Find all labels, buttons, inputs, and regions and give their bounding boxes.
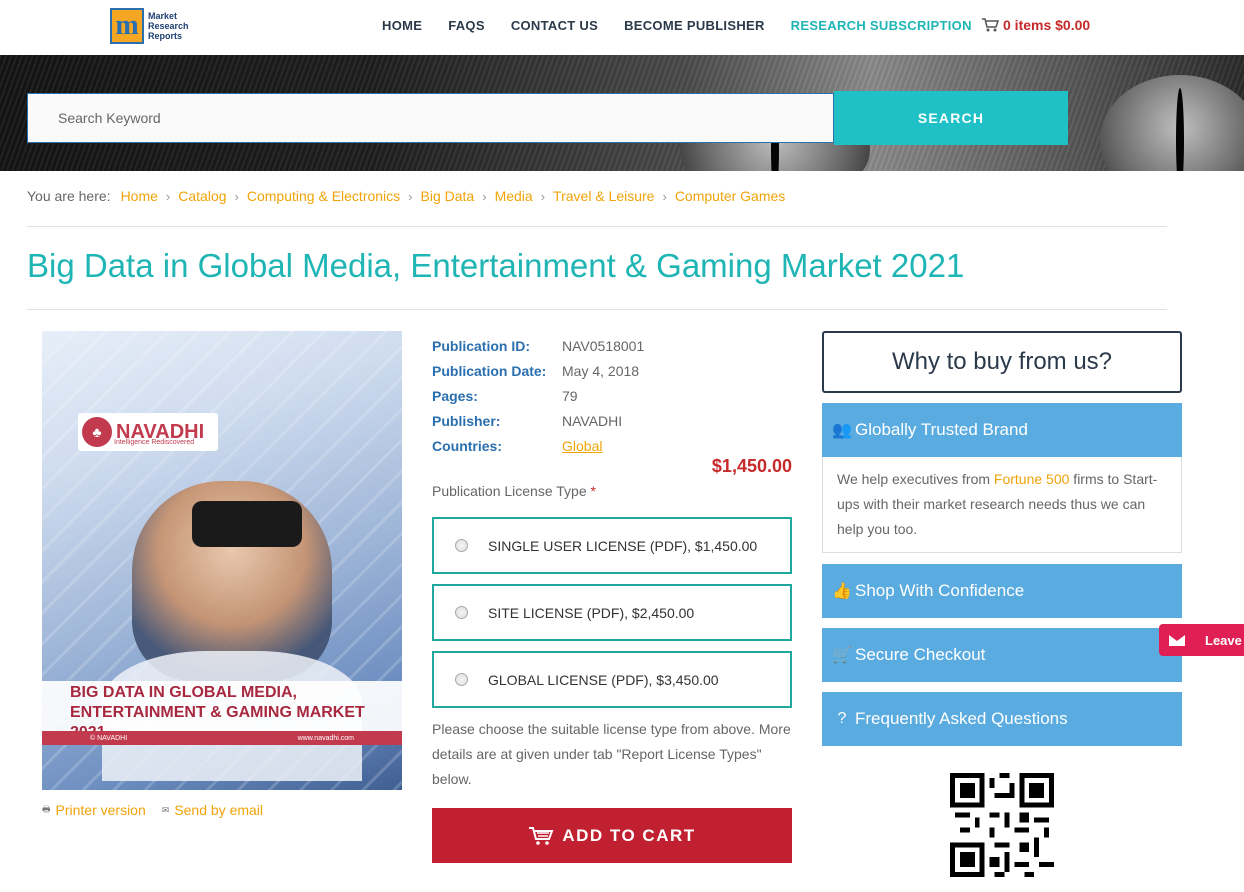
meta-key: Publisher:	[432, 412, 501, 429]
printer-icon: 🖶	[42, 804, 51, 814]
thumbs-up-icon: 👍	[832, 583, 852, 600]
faq-panel[interactable]: ? Frequently Asked Questions	[822, 692, 1182, 746]
printer-version-link[interactable]: 🖶 Printer version	[42, 802, 146, 818]
top-header: m Market Research Reports HOME FAQS CONT…	[0, 0, 1244, 55]
breadcrumb-separator: ›	[540, 188, 546, 204]
shop-with-confidence-panel[interactable]: 👍 Shop With Confidence	[822, 564, 1182, 618]
license-note: Please choose the suitable license type …	[432, 721, 791, 787]
nav-faqs[interactable]: FAQS	[448, 18, 485, 33]
report-cover-image: ♣ NAVADHI Intelligence Rediscovered BIG …	[42, 331, 402, 790]
search-button[interactable]: SEARCH	[834, 91, 1068, 145]
add-to-cart-button[interactable]: ADD TO CART	[432, 808, 792, 863]
license-option-label: GLOBAL LICENSE (PDF), $3,450.00	[488, 671, 719, 688]
panel-title: Globally Trusted Brand	[855, 420, 1028, 439]
breadcrumb-separator: ›	[482, 188, 487, 204]
nav-become-publisher[interactable]: BECOME PUBLISHER	[624, 18, 765, 33]
cart-icon	[529, 826, 554, 845]
license-option-global[interactable]: GLOBAL LICENSE (PDF), $3,450.00	[432, 651, 792, 708]
globally-trusted-brand-panel[interactable]: 👥 Globally Trusted Brand	[822, 403, 1182, 457]
question-circle-icon: ?	[837, 710, 847, 727]
search-input[interactable]	[27, 93, 834, 143]
license-label: Publication License Type *	[432, 483, 596, 499]
license-option-label: SINGLE USER LICENSE (PDF), $1,450.00	[488, 537, 758, 554]
divider	[27, 309, 1167, 310]
panel-title: Secure Checkout	[855, 645, 986, 664]
page-title: Big Data in Global Media, Entertainment …	[27, 247, 965, 284]
leave-message-tab[interactable]: Leave	[1159, 624, 1244, 656]
breadcrumb-separator: ›	[165, 188, 171, 204]
add-to-cart-label: ADD TO CART	[562, 825, 696, 845]
breadcrumb-separator: ›	[408, 188, 413, 204]
price: $1,450.00	[711, 456, 792, 476]
panel-title: Shop With Confidence	[855, 581, 1025, 600]
email-icon: ✉	[161, 804, 170, 815]
radio-button[interactable]	[455, 539, 468, 552]
license-option-label: SITE LICENSE (PDF), $2,450.00	[488, 604, 695, 621]
logo-text: Market Research Reports	[148, 11, 189, 41]
site-logo[interactable]: m Market Research Reports	[110, 8, 189, 44]
cart-icon	[982, 18, 999, 32]
cover-vr-headset	[192, 501, 302, 547]
breadcrumb-computer-games[interactable]: Computer Games	[675, 188, 785, 204]
publication-id: NAV0518001	[562, 337, 645, 354]
secure-checkout-panel[interactable]: 🛒 Secure Checkout	[822, 628, 1182, 682]
radio-button[interactable]	[455, 606, 468, 619]
radio-button[interactable]	[455, 673, 468, 686]
panel-title: Frequently Asked Questions	[855, 709, 1068, 728]
breadcrumb-home[interactable]: Home	[121, 188, 158, 204]
nav-contact-us[interactable]: CONTACT US	[511, 18, 598, 33]
cart-summary[interactable]: 0 items $0.00	[981, 17, 1090, 33]
meta-key: Publication Date:	[432, 362, 547, 379]
breadcrumb-separator: ›	[234, 188, 239, 204]
cover-brand-logo: ♣ NAVADHI Intelligence Rediscovered	[78, 413, 218, 451]
pages: 79	[562, 387, 578, 404]
main-nav: HOME FAQS CONTACT US BECOME PUBLISHER RE…	[382, 18, 998, 33]
logo-mark: m	[110, 8, 144, 44]
meta-key: Publication ID:	[432, 337, 530, 354]
breadcrumb-big-data[interactable]: Big Data	[421, 188, 475, 204]
breadcrumb-catalog[interactable]: Catalog	[178, 188, 226, 204]
breadcrumb-computing[interactable]: Computing & Electronics	[247, 188, 400, 204]
license-option-single-user[interactable]: SINGLE USER LICENSE (PDF), $1,450.00	[432, 517, 792, 574]
meta-key: Pages:	[432, 387, 478, 404]
breadcrumb: You are here: Home › Catalog › Computing…	[27, 188, 785, 204]
publication-meta: Publication ID: NAV0518001 Publication Da…	[432, 333, 644, 458]
fortune-500-highlight: Fortune 500	[993, 471, 1070, 487]
globally-trusted-brand-text: We help executives from Fortune 500 firm…	[822, 457, 1182, 553]
cover-tagline: Intelligence Rediscovered	[114, 439, 195, 446]
breadcrumb-lead: You are here:	[27, 188, 111, 204]
why-buy-heading: Why to buy from us?	[822, 331, 1182, 393]
qr-code	[950, 773, 1054, 877]
meta-key: Countries:	[432, 437, 502, 454]
breadcrumb-media[interactable]: Media	[495, 188, 533, 204]
nav-home[interactable]: HOME	[382, 18, 422, 33]
envelope-icon	[1169, 634, 1185, 646]
cart-text: 0 items $0.00	[1003, 17, 1091, 33]
leave-message-label: Leave	[1205, 632, 1242, 648]
countries-link[interactable]: Global	[562, 438, 602, 454]
hero-banner: SEARCH	[0, 55, 1244, 171]
breadcrumb-separator: ›	[662, 188, 667, 204]
divider	[27, 226, 1167, 227]
cart-icon: 🛒	[832, 647, 852, 664]
users-icon: 👥	[832, 422, 852, 439]
license-option-site[interactable]: SITE LICENSE (PDF), $2,450.00	[432, 584, 792, 641]
cover-footer: © NAVADHI www.navadhi.com	[42, 731, 402, 745]
tree-icon: ♣	[82, 417, 112, 447]
breadcrumb-travel[interactable]: Travel & Leisure	[553, 188, 654, 204]
nav-research-subscription[interactable]: RESEARCH SUBSCRIPTION	[791, 18, 972, 33]
publication-date: May 4, 2018	[562, 362, 640, 379]
share-links: 🖶 Printer version ✉ Send by email	[42, 802, 263, 818]
send-email-link[interactable]: ✉ Send by email	[162, 802, 263, 818]
publisher: NAVADHI	[562, 412, 623, 429]
